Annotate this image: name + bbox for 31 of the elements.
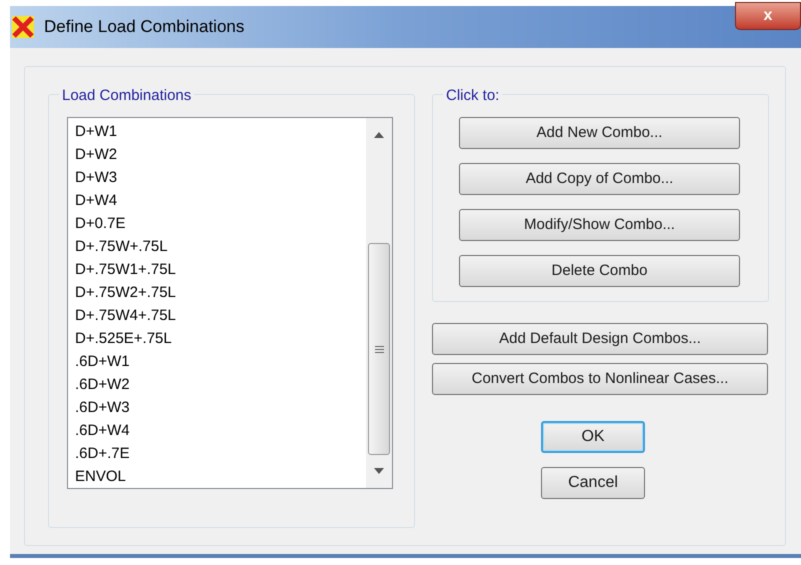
list-item[interactable]: ENVOL [75,465,366,488]
combo-button[interactable]: Modify/Show Combo... [459,209,740,241]
list-item[interactable]: D+.75W4+.75L [75,304,366,327]
scroll-thumb[interactable] [368,243,390,455]
list-item[interactable]: .6D+W4 [75,419,366,442]
combo-action-button[interactable]: Convert Combos to Nonlinear Cases... [432,363,768,395]
grip-icon [374,346,384,352]
list-item[interactable]: D+W2 [75,143,366,166]
list-item[interactable]: D+W4 [75,189,366,212]
combo-action-button[interactable]: Add Default Design Combos... [432,323,768,355]
dialog-button[interactable]: OK [541,421,645,453]
list-item[interactable]: D+0.7E [75,212,366,235]
scroll-down-icon[interactable] [374,468,384,474]
list-item[interactable]: .6D+W3 [75,396,366,419]
combo-button[interactable]: Add Copy of Combo... [459,163,740,195]
list-item[interactable]: D+.75W1+.75L [75,258,366,281]
window-title: Define Load Combinations [44,16,244,38]
dialog-button[interactable]: Cancel [541,467,645,499]
scrollbar[interactable] [366,118,392,488]
list-item[interactable]: D+W1 [75,120,366,143]
list-item[interactable]: D+.75W+.75L [75,235,366,258]
list-item[interactable]: .6D+.7E [75,442,366,465]
combo-button[interactable]: Delete Combo [459,255,740,287]
scroll-up-icon[interactable] [374,132,384,138]
list-item[interactable]: D+.75W2+.75L [75,281,366,304]
list-item[interactable]: .6D+W1 [75,350,366,373]
app-logo-icon [12,16,34,38]
list-item[interactable]: D+.525E+.75L [75,327,366,350]
list-item[interactable]: .6D+W2 [75,373,366,396]
combo-button[interactable]: Add New Combo... [459,117,740,149]
list-item[interactable]: D+W3 [75,166,366,189]
